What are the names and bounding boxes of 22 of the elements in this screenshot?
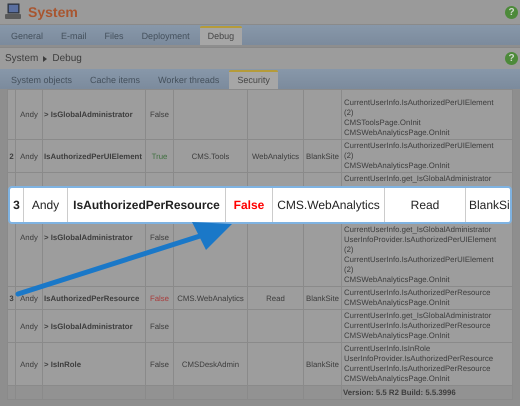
permission-cell: Read bbox=[385, 188, 466, 222]
tab[interactable]: General bbox=[3, 28, 52, 45]
user-cell: Andy bbox=[24, 188, 68, 222]
help-icon[interactable]: ? bbox=[505, 52, 518, 65]
help-icon[interactable]: ? bbox=[505, 6, 518, 18]
tab[interactable]: Security bbox=[229, 70, 278, 89]
tab[interactable]: Cache items bbox=[82, 72, 148, 89]
result-cell: False bbox=[226, 188, 273, 222]
resource-cell: CMS.WebAnalytics bbox=[273, 188, 385, 222]
breadcrumb-item[interactable]: Debug bbox=[52, 53, 82, 64]
tab[interactable]: Worker threads bbox=[150, 72, 228, 89]
tab[interactable]: E-mail bbox=[53, 28, 95, 45]
tab[interactable]: Files bbox=[96, 28, 132, 45]
tab[interactable]: System objects bbox=[3, 72, 80, 89]
chevron-right-icon bbox=[43, 56, 48, 62]
tab[interactable]: Deployment bbox=[134, 28, 198, 45]
page-title: System bbox=[28, 4, 79, 20]
breadcrumb-item[interactable]: System bbox=[5, 53, 38, 64]
computer-icon bbox=[4, 3, 22, 21]
row-number: 3 bbox=[10, 188, 24, 222]
site-cell-text: BlankSi bbox=[468, 197, 511, 214]
tab[interactable]: Debug bbox=[200, 26, 242, 45]
